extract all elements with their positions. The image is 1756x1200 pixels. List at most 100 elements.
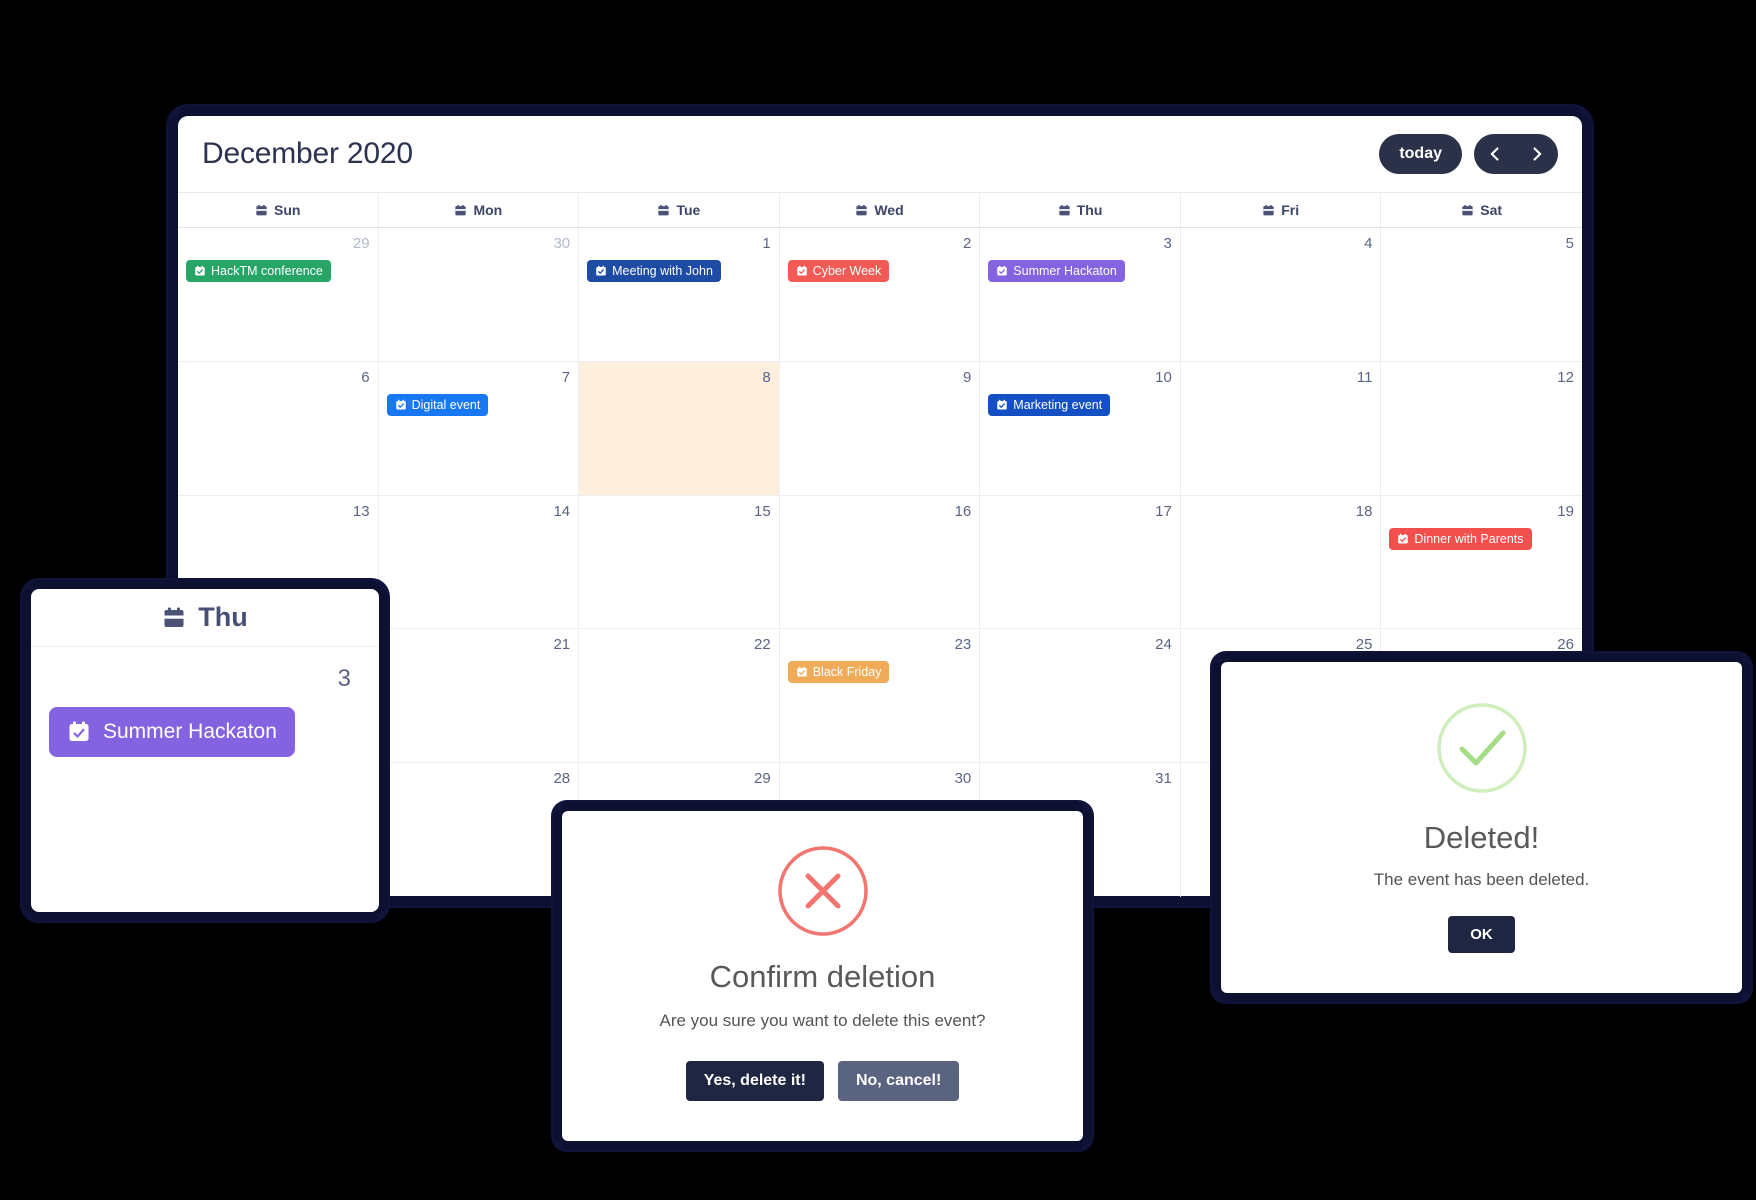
event-pill[interactable]: HackTM conference	[186, 260, 331, 282]
day-cell[interactable]: 30	[379, 228, 580, 361]
event-pill[interactable]: Summer Hackaton	[988, 260, 1125, 282]
weekday-header-sun: Sun	[178, 193, 379, 227]
day-cell[interactable]: 8	[579, 361, 780, 495]
day-popover-body: 3 Summer Hackaton	[31, 647, 379, 757]
day-cell[interactable]: 19 Dinner with Parents	[1381, 496, 1582, 629]
day-number: 13	[352, 502, 370, 520]
weekday-header-label: Sat	[1480, 202, 1503, 218]
day-number: 29	[754, 770, 771, 788]
prev-month-button[interactable]	[1474, 134, 1516, 174]
day-cell[interactable]: 12	[1381, 362, 1582, 495]
event-title: Meeting with John	[612, 264, 713, 278]
day-number: 12	[1557, 368, 1574, 386]
day-number: 1	[762, 235, 771, 252]
success-ok-button[interactable]: OK	[1448, 916, 1515, 953]
day-cell[interactable]: 22	[579, 629, 780, 763]
calendar-icon	[256, 204, 267, 215]
event-calendar-check-icon	[395, 399, 406, 410]
event-pill[interactable]: Digital event	[386, 393, 489, 416]
event-calendar-check-icon	[69, 721, 89, 741]
day-number: 29	[352, 235, 370, 252]
day-cell[interactable]: 28	[379, 763, 580, 897]
weekday-header-row: Sun Mon Tue Wed Thu Fri Sat	[178, 192, 1582, 228]
calendar-icon	[455, 204, 467, 215]
day-cell[interactable]: 16	[780, 495, 981, 629]
event-pill[interactable]: Black Friday	[787, 661, 890, 684]
confirm-dialog-message: Are you sure you want to delete this eve…	[659, 1011, 986, 1030]
day-cell[interactable]: 15	[579, 495, 780, 629]
day-number: 16	[954, 502, 972, 520]
day-number: 18	[1355, 502, 1373, 520]
day-cell[interactable]: 9	[780, 361, 981, 495]
day-cell[interactable]: 6	[178, 361, 379, 495]
day-number: 30	[954, 770, 972, 788]
day-popover-header: Thu	[31, 589, 379, 647]
day-popover-event-pill[interactable]: Summer Hackaton	[49, 707, 295, 757]
event-calendar-check-icon	[997, 399, 1008, 410]
event-title: HackTM conference	[211, 264, 323, 278]
success-dialog-title: Deleted!	[1423, 820, 1540, 855]
day-number: 8	[762, 368, 771, 386]
day-cell[interactable]: 21	[379, 629, 580, 763]
day-events: Meeting with John	[587, 260, 771, 282]
day-cell[interactable]: 14	[379, 495, 580, 629]
event-title: Marketing event	[1013, 397, 1103, 412]
day-events: Cyber Week	[787, 260, 972, 282]
event-pill[interactable]: Meeting with John	[587, 260, 721, 282]
day-cell[interactable]: 5	[1381, 228, 1582, 361]
event-calendar-check-icon	[997, 265, 1008, 276]
calendar-icon	[1263, 204, 1274, 215]
weekday-header-thu: Thu	[980, 193, 1181, 227]
event-calendar-check-icon	[796, 667, 807, 677]
weekday-header-label: Fri	[1281, 202, 1300, 218]
calendar-week-row: 6 7 Digital event 8 9 10 Marketing event 11 12	[178, 361, 1582, 496]
cancel-delete-button[interactable]: No, cancel!	[837, 1061, 960, 1101]
event-pill[interactable]: Dinner with Parents	[1389, 527, 1532, 550]
day-number: 30	[553, 235, 571, 252]
day-number: 2	[962, 235, 972, 252]
confirm-dialog-title: Confirm deletion	[709, 959, 936, 994]
day-cell[interactable]: 23 Black Friday	[780, 629, 981, 763]
next-month-button[interactable]	[1516, 134, 1558, 174]
day-cell[interactable]: 4	[1181, 228, 1382, 361]
weekday-header-mon: Mon	[379, 193, 580, 227]
day-cell[interactable]: 10 Marketing event	[980, 361, 1181, 495]
day-cell[interactable]: 18	[1181, 495, 1382, 629]
today-button[interactable]: today	[1379, 134, 1462, 174]
event-title: Cyber Week	[812, 264, 882, 278]
day-events: Marketing event	[988, 393, 1172, 416]
day-number: 9	[962, 368, 972, 386]
calendar-icon	[1462, 204, 1473, 215]
day-detail-popover: Thu 3 Summer Hackaton	[31, 589, 379, 912]
day-cell[interactable]: 3 Summer Hackaton	[980, 228, 1181, 361]
day-number: 17	[1155, 502, 1172, 520]
circle-cross-icon	[777, 846, 868, 936]
event-pill[interactable]: Cyber Week	[787, 260, 890, 282]
day-number: 11	[1356, 368, 1373, 386]
day-cell[interactable]: 29 HackTM conference	[178, 228, 379, 361]
event-title: Digital event	[411, 397, 481, 412]
weekday-header-label: Sun	[274, 202, 301, 218]
day-number: 31	[1155, 770, 1172, 788]
day-cell[interactable]: 17	[980, 495, 1181, 629]
calendar-toolbar: today	[1379, 134, 1558, 174]
event-title: Dinner with Parents	[1414, 531, 1524, 546]
day-number: 28	[553, 770, 571, 788]
day-number: 5	[1565, 235, 1574, 252]
calendar-icon	[658, 204, 670, 215]
day-cell[interactable]: 1 Meeting with John	[579, 228, 780, 361]
day-events: Black Friday	[787, 661, 972, 684]
day-number: 24	[1155, 636, 1172, 654]
day-cell[interactable]: 2 Cyber Week	[780, 228, 981, 361]
delete-success-dialog: Deleted! The event has been deleted. OK	[1221, 662, 1742, 993]
day-number: 25	[1355, 636, 1373, 654]
day-cell[interactable]: 7 Digital event	[379, 361, 580, 495]
weekday-header-wed: Wed	[780, 193, 981, 227]
weekday-header-sat: Sat	[1381, 193, 1582, 227]
confirm-dialog-actions: Yes, delete it! No, cancel!	[562, 1061, 1083, 1101]
confirm-delete-button[interactable]: Yes, delete it!	[685, 1061, 824, 1101]
day-cell[interactable]: 24	[980, 629, 1181, 763]
event-pill[interactable]: Marketing event	[988, 393, 1111, 416]
day-cell[interactable]: 11	[1181, 361, 1382, 495]
day-events: Summer Hackaton	[988, 260, 1172, 282]
